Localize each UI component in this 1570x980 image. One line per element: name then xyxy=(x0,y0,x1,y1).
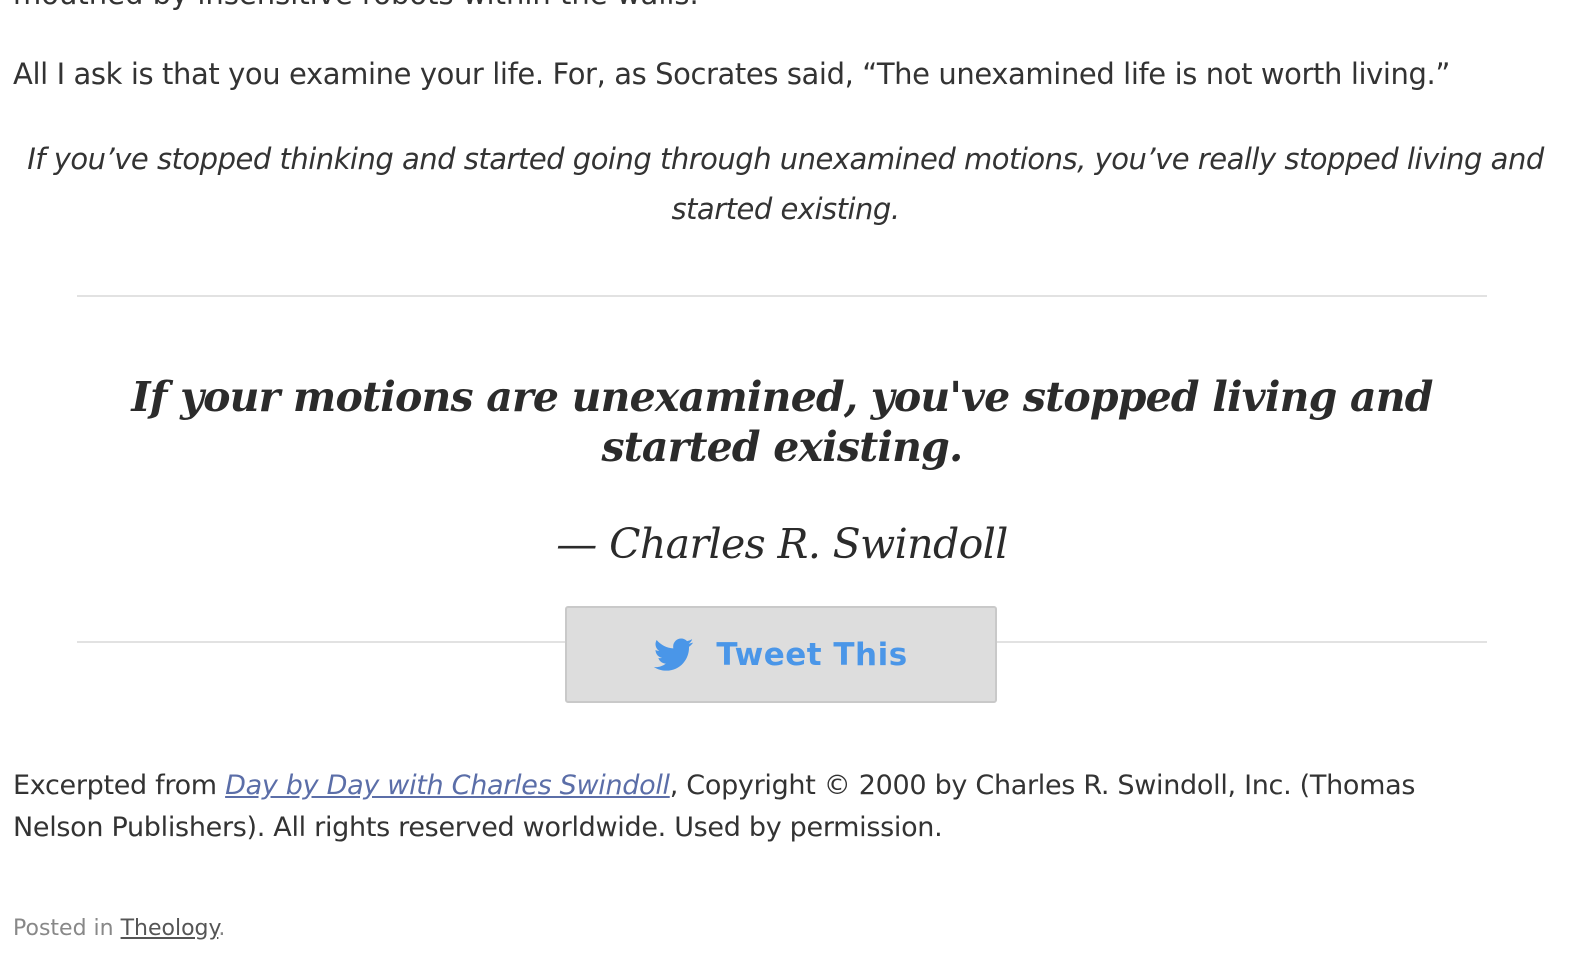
tweet-this-label: Tweet This xyxy=(716,636,908,673)
quote-divider-top xyxy=(77,295,1487,297)
tweet-this-button[interactable]: Tweet This xyxy=(565,606,997,703)
previous-paragraph-fragment: mouthed by insensitive robots within the… xyxy=(13,0,699,14)
tweetable-quote[interactable]: If your motions are unexamined, you've s… xyxy=(77,372,1487,472)
italic-quote: If you’ve stopped thinking and started g… xyxy=(27,142,1544,226)
post-category-line: Posted in Theology. xyxy=(13,914,225,944)
excerpt-prefix: Excerpted from xyxy=(13,770,226,801)
excerpt-credit: Excerpted from Day by Day with Charles S… xyxy=(13,765,1503,849)
article-paragraph: All I ask is that you examine your life.… xyxy=(13,57,1450,91)
quote-attribution: — Charles R. Swindoll xyxy=(556,520,1008,568)
twitter-bird-icon xyxy=(654,638,694,671)
posted-in-prefix: Posted in xyxy=(13,916,121,941)
category-link-theology[interactable]: Theology xyxy=(121,916,219,941)
posted-in-suffix: . xyxy=(218,916,226,941)
book-link[interactable]: Day by Day with Charles Swindoll xyxy=(225,770,670,801)
